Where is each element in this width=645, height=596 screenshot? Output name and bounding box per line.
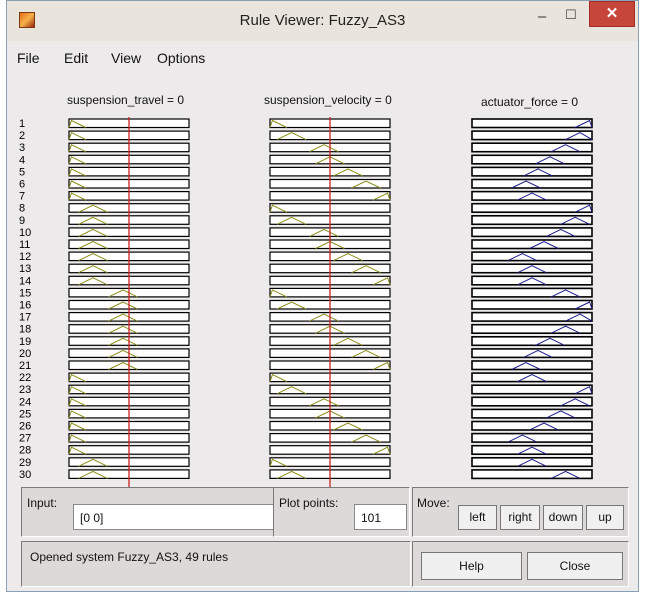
status-text: Opened system Fuzzy_AS3, 49 rules: [30, 550, 229, 564]
help-button[interactable]: Help: [421, 552, 522, 580]
maximize-icon[interactable]: ☐: [556, 3, 586, 29]
rule-cell-out[interactable]: [471, 323, 593, 334]
rule-cell-out[interactable]: [471, 202, 593, 213]
rule-cell-out[interactable]: [471, 396, 593, 407]
rule-cell-out[interactable]: [471, 275, 593, 286]
rule-number: 25: [19, 408, 31, 420]
rule-cell-out[interactable]: [471, 469, 593, 480]
rule-number: 16: [19, 300, 31, 312]
rule-cell-out[interactable]: [471, 299, 593, 310]
help-close-panel: Help Close: [412, 541, 629, 587]
rule-number: 9: [19, 215, 25, 227]
menu-bar: File Edit View Options: [7, 47, 638, 71]
move-up-button[interactable]: up: [586, 505, 624, 530]
rule-number: 21: [19, 360, 31, 372]
rule-number: 2: [19, 130, 25, 142]
menu-view[interactable]: View: [111, 50, 141, 66]
plot-points-field[interactable]: 101: [354, 504, 407, 530]
rule-cell-out[interactable]: [471, 432, 593, 443]
rule-number: 13: [19, 263, 31, 275]
rule-cell-out[interactable]: [471, 239, 593, 250]
menu-edit[interactable]: Edit: [64, 50, 88, 66]
rule-number: 17: [19, 312, 31, 324]
close-window-icon[interactable]: ✕: [589, 1, 635, 27]
rule-number: 7: [19, 191, 25, 203]
plot-points-label: Plot points:: [279, 496, 339, 510]
move-left-button[interactable]: left: [458, 505, 497, 530]
rule-cell-out[interactable]: [471, 130, 593, 141]
rule-cell-out[interactable]: [471, 311, 593, 322]
rule-cell-out[interactable]: [471, 444, 593, 456]
rule-cell-out[interactable]: [471, 190, 593, 201]
rule-number: 5: [19, 166, 25, 178]
rule-number: 18: [19, 324, 31, 336]
rule-cell-out[interactable]: [471, 166, 593, 177]
rule-number: 23: [19, 384, 31, 396]
title-bar: Rule Viewer: Fuzzy_AS3 – ☐ ✕: [7, 1, 638, 41]
rule-cell-out[interactable]: [471, 335, 593, 347]
minimize-icon[interactable]: –: [527, 5, 557, 31]
close-button[interactable]: Close: [527, 552, 623, 580]
rule-number: 24: [19, 396, 31, 408]
move-right-button[interactable]: right: [500, 505, 540, 530]
move-label: Move:: [417, 496, 450, 510]
plot-points-panel: Plot points: 101: [273, 487, 410, 537]
rule-grid[interactable]: 1234567891011121314151617181920212223242…: [7, 79, 640, 489]
rule-number: 6: [19, 179, 25, 191]
rule-number: 28: [19, 445, 31, 457]
rule-cell-out[interactable]: [471, 348, 593, 359]
rule-cell-out[interactable]: [471, 287, 593, 298]
rule-cell-out[interactable]: [471, 178, 593, 189]
input-panel: Input: [0 0]: [21, 487, 276, 537]
rule-viewer-window: Rule Viewer: Fuzzy_AS3 – ☐ ✕ File Edit V…: [6, 0, 639, 592]
rule-number: 29: [19, 457, 31, 469]
rule-cell-out[interactable]: [471, 456, 593, 468]
rule-number: 4: [19, 154, 25, 166]
rule-number: 19: [19, 336, 31, 348]
rule-number: 14: [19, 275, 31, 287]
rule-cell-out[interactable]: [471, 142, 593, 153]
status-panel: Opened system Fuzzy_AS3, 49 rules: [21, 541, 411, 587]
rule-number: 30: [19, 469, 31, 481]
rule-cell-out[interactable]: [471, 118, 593, 129]
rule-cell-out[interactable]: [471, 384, 593, 395]
rule-cell-out[interactable]: [471, 408, 593, 419]
rule-plot-area: suspension_travel = 0 suspension_velocit…: [7, 79, 638, 489]
rule-number: 20: [19, 348, 31, 360]
rule-cell-out[interactable]: [471, 420, 593, 431]
rule-cell-out[interactable]: [471, 227, 593, 238]
rule-cell-out[interactable]: [471, 251, 593, 262]
rule-number: 3: [19, 142, 25, 154]
rule-number: 26: [19, 421, 31, 433]
move-panel: Move: left right down up: [412, 487, 629, 537]
rule-number: 15: [19, 287, 31, 299]
input-label: Input:: [27, 496, 58, 510]
rule-number: 22: [19, 372, 31, 384]
rule-cell-out[interactable]: [471, 154, 593, 165]
rule-cell-out[interactable]: [471, 372, 593, 383]
rule-cell-out[interactable]: [471, 263, 593, 274]
rule-number: 10: [19, 227, 31, 239]
move-down-button[interactable]: down: [543, 505, 583, 530]
rule-cell-out[interactable]: [471, 215, 593, 226]
menu-file[interactable]: File: [17, 50, 40, 66]
rule-number: 27: [19, 433, 31, 445]
input-field[interactable]: [0 0]: [73, 504, 275, 530]
rule-number: 8: [19, 203, 25, 215]
rule-cell-out[interactable]: [471, 360, 593, 371]
menu-options[interactable]: Options: [157, 50, 205, 66]
rule-number: 12: [19, 251, 31, 263]
rule-number: 1: [19, 118, 25, 130]
rule-number: 11: [19, 239, 30, 251]
